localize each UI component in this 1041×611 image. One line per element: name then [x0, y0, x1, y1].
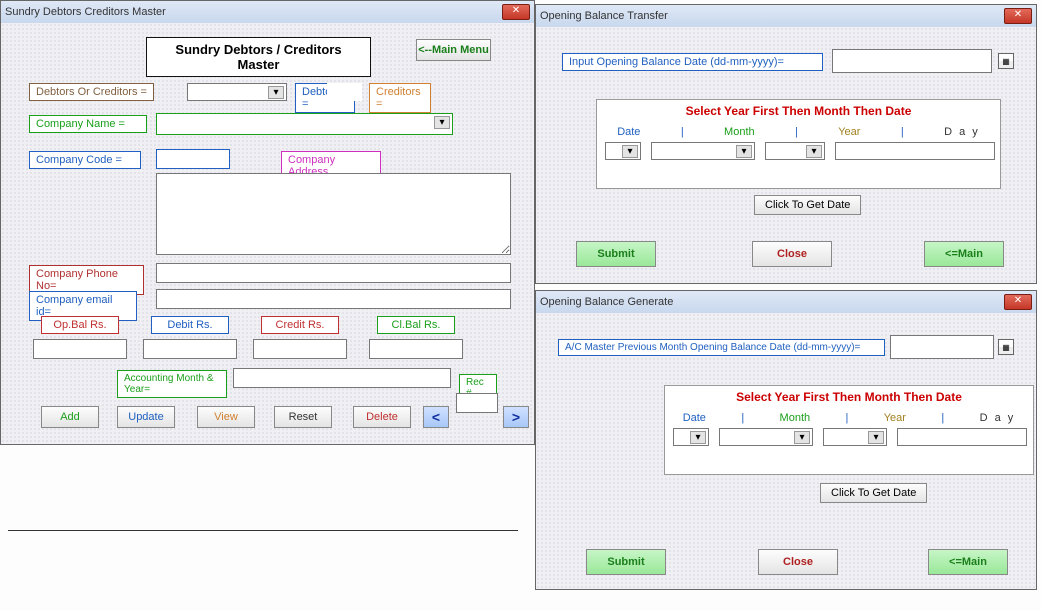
prev-button[interactable]: < — [423, 406, 449, 428]
transfer-select-head: Select Year First Then Month Then Date — [597, 100, 1000, 122]
opbal-label: Op.Bal Rs. — [41, 316, 119, 334]
opbal-field[interactable] — [33, 339, 127, 359]
transfer-date-field[interactable] — [832, 49, 992, 73]
credit-field[interactable] — [253, 339, 347, 359]
update-button[interactable]: Update — [117, 406, 175, 428]
debtors-creditors-select[interactable] — [187, 83, 287, 101]
col-year: Year — [884, 412, 906, 424]
close-icon[interactable]: ✕ — [1004, 294, 1032, 310]
view-button[interactable]: View — [197, 406, 255, 428]
col-month: Month — [724, 126, 755, 138]
generate-date-group: Select Year First Then Month Then Date D… — [664, 385, 1034, 475]
company-code-label: Company Code = — [29, 151, 141, 169]
rec-field[interactable] — [456, 393, 498, 413]
clbal-label: Cl.Bal Rs. — [377, 316, 455, 334]
main-menu-button[interactable]: <--Main Menu — [416, 39, 491, 61]
generate-getdate-button[interactable]: Click To Get Date — [820, 483, 927, 503]
generate-window: Opening Balance Generate ✕ A/C Master Pr… — [535, 290, 1037, 590]
acct-month-year-field[interactable] — [233, 368, 451, 388]
next-button[interactable]: > — [503, 406, 529, 428]
transfer-input-label: Input Opening Balance Date (dd-mm-yyyy)= — [562, 53, 823, 71]
delete-button[interactable]: Delete — [353, 406, 411, 428]
calendar-icon[interactable]: ▦ — [998, 339, 1014, 355]
company-email-field[interactable] — [156, 289, 511, 309]
add-button[interactable]: Add — [41, 406, 99, 428]
transfer-date-group: Select Year First Then Month Then Date D… — [596, 99, 1001, 189]
transfer-date-select[interactable] — [605, 142, 641, 160]
master-titlebar: Sundry Debtors Creditors Master ✕ — [1, 1, 534, 23]
col-year: Year — [838, 126, 860, 138]
generate-month-select[interactable] — [719, 428, 813, 446]
col-day: D a y — [944, 126, 980, 138]
transfer-year-select[interactable] — [765, 142, 825, 160]
reset-button[interactable]: Reset — [274, 406, 332, 428]
transfer-titlebar: Opening Balance Transfer ✕ — [536, 5, 1036, 27]
generate-main-button[interactable]: <=Main — [928, 549, 1008, 575]
divider — [8, 530, 518, 531]
company-address-field[interactable] — [156, 173, 511, 255]
generate-date-field[interactable] — [890, 335, 994, 359]
page-title: Sundry Debtors / Creditors Master — [146, 37, 371, 77]
master-title: Sundry Debtors Creditors Master — [5, 6, 502, 18]
master-window: Sundry Debtors Creditors Master ✕ Sundry… — [0, 0, 535, 445]
close-icon[interactable]: ✕ — [1004, 8, 1032, 24]
creditors-eq-label: Creditors = — [369, 83, 431, 113]
debit-field[interactable] — [143, 339, 237, 359]
transfer-month-select[interactable] — [651, 142, 755, 160]
generate-date-select[interactable] — [673, 428, 709, 446]
debtors-field[interactable] — [327, 83, 362, 101]
transfer-getdate-button[interactable]: Click To Get Date — [754, 195, 861, 215]
generate-select-head: Select Year First Then Month Then Date — [665, 386, 1033, 408]
transfer-submit-button[interactable]: Submit — [576, 241, 656, 267]
transfer-main-button[interactable]: <=Main — [924, 241, 1004, 267]
col-date: Date — [617, 126, 640, 138]
generate-titlebar: Opening Balance Generate ✕ — [536, 291, 1036, 313]
company-code-field[interactable] — [156, 149, 230, 169]
transfer-close-button[interactable]: Close — [752, 241, 832, 267]
debtors-creditors-label: Debtors Or Creditors = — [29, 83, 154, 101]
transfer-title: Opening Balance Transfer — [540, 10, 1004, 22]
generate-day-field[interactable] — [897, 428, 1027, 446]
debit-label: Debit Rs. — [151, 316, 229, 334]
acct-month-year-label: Accounting Month & Year= — [117, 370, 227, 398]
transfer-day-field[interactable] — [835, 142, 995, 160]
generate-submit-button[interactable]: Submit — [586, 549, 666, 575]
clbal-field[interactable] — [369, 339, 463, 359]
col-day: D a y — [980, 412, 1016, 424]
transfer-window: Opening Balance Transfer ✕ Input Opening… — [535, 4, 1037, 284]
calendar-icon[interactable]: ▦ — [998, 53, 1014, 69]
generate-input-label: A/C Master Previous Month Opening Balanc… — [558, 339, 885, 356]
col-month: Month — [780, 412, 811, 424]
company-name-select[interactable] — [156, 113, 453, 135]
company-name-label: Company Name = — [29, 115, 147, 133]
generate-close-button[interactable]: Close — [758, 549, 838, 575]
generate-title: Opening Balance Generate — [540, 296, 1004, 308]
close-icon[interactable]: ✕ — [502, 4, 530, 20]
credit-label: Credit Rs. — [261, 316, 339, 334]
company-phone-field[interactable] — [156, 263, 511, 283]
col-date: Date — [683, 412, 706, 424]
generate-year-select[interactable] — [823, 428, 887, 446]
